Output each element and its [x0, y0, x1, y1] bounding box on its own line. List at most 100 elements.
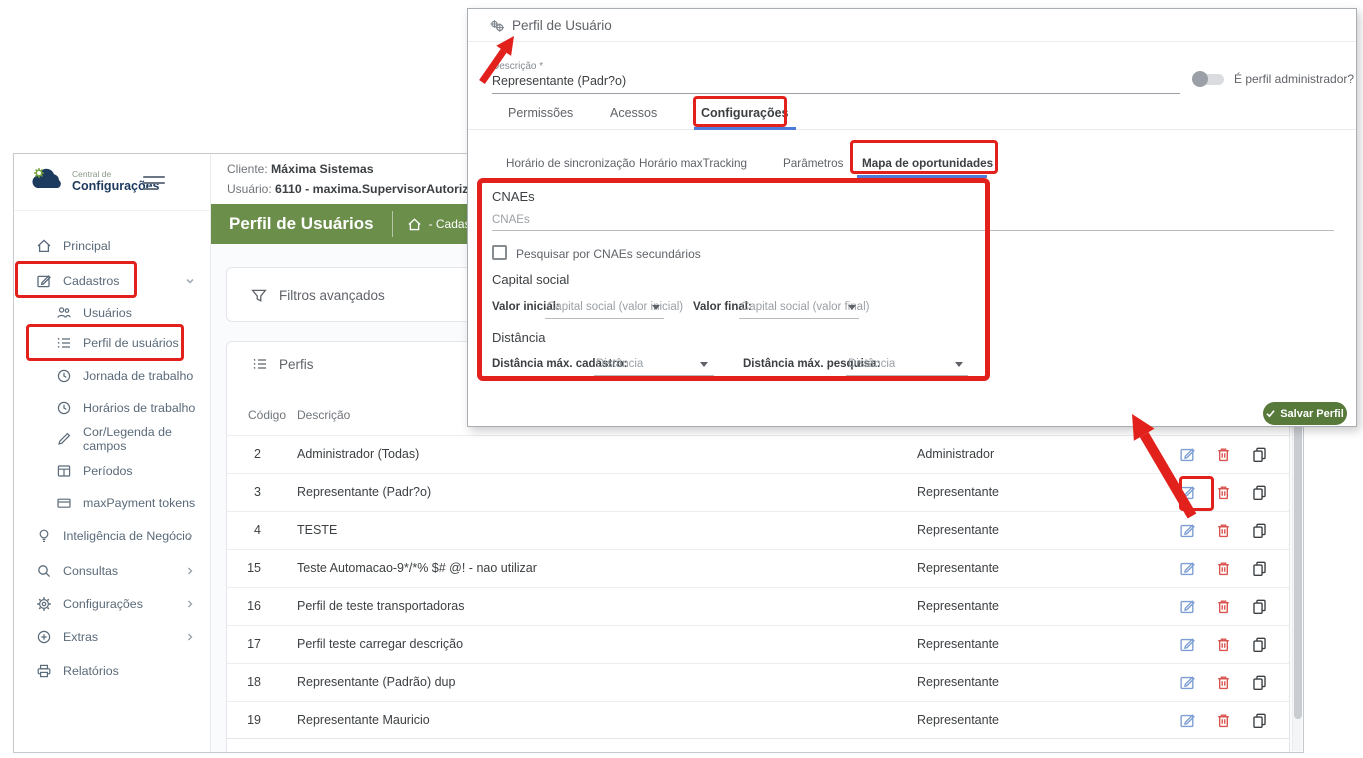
sidebar-item-usuarios[interactable]: Usuários	[14, 298, 211, 328]
table-row[interactable]: 16 Perfil de teste transportadoras Repre…	[227, 587, 1289, 625]
trash-icon[interactable]	[1215, 674, 1232, 691]
input-underline	[545, 318, 664, 319]
table-row[interactable]: 2 Administrador (Todas) Administrador	[227, 435, 1289, 473]
edit-icon[interactable]	[1179, 598, 1196, 615]
edit-icon[interactable]	[1179, 674, 1196, 691]
trash-icon[interactable]	[1215, 560, 1232, 577]
profiles-section-header: Perfis	[252, 356, 314, 372]
copy-icon[interactable]	[1251, 446, 1268, 463]
table-row[interactable]: 18 Representante (Padrão) dup Representa…	[227, 663, 1289, 701]
dropdown-arrow-icon[interactable]	[848, 305, 856, 310]
tab-permissoes[interactable]: Permissões	[508, 106, 573, 120]
chevron-down-icon	[185, 276, 195, 286]
table-row[interactable]: 3 Representante (Padr?o) Representante	[227, 473, 1289, 511]
table-row[interactable]: 4 TESTE Representante	[227, 511, 1289, 549]
brand-line1: Central de	[72, 169, 111, 179]
perfil-usuario-dialog: Perfil de Usuário Descrição * Representa…	[467, 8, 1357, 427]
sidebar-item-inteligencia-de-negocio[interactable]: Inteligência de Negócio	[14, 521, 211, 551]
subtab-parametros[interactable]: Parâmetros	[783, 157, 843, 170]
app-logo: Central de Configurações	[28, 166, 198, 200]
admin-toggle[interactable]	[1192, 70, 1226, 88]
edit-icon[interactable]	[1179, 446, 1196, 463]
clock-icon	[56, 400, 72, 416]
dropdown-arrow-icon[interactable]	[700, 362, 708, 367]
copy-icon[interactable]	[1251, 674, 1268, 691]
sidebar-item-relatorios[interactable]: Relatórios	[14, 656, 211, 686]
trash-icon[interactable]	[1215, 484, 1232, 501]
dropdown-arrow-icon[interactable]	[652, 305, 660, 310]
tab-acessos[interactable]: Acessos	[610, 106, 657, 120]
edit-icon[interactable]	[1179, 636, 1196, 653]
copy-icon[interactable]	[1251, 522, 1268, 539]
sidebar-item-jornada-de-trabalho[interactable]: Jornada de trabalho	[14, 361, 211, 391]
cloud-gear-logo-icon	[28, 166, 68, 196]
edit-icon[interactable]	[1179, 712, 1196, 729]
sidebar-item-principal[interactable]: Principal	[14, 231, 211, 261]
chevron-right-icon	[185, 599, 195, 609]
trash-icon[interactable]	[1215, 712, 1232, 729]
page-title: Perfil de Usuários	[229, 214, 374, 234]
description-input[interactable]: Representante (Padr?o)	[492, 74, 626, 88]
copy-icon[interactable]	[1251, 484, 1268, 501]
save-profile-button[interactable]: Salvar Perfil	[1263, 402, 1347, 425]
user-info: Usuário: 6110 - maxima.SupervisorAutoriz	[227, 182, 468, 196]
capital-social-heading: Capital social	[492, 272, 569, 287]
dropdown-arrow-icon[interactable]	[955, 362, 963, 367]
users-icon	[56, 305, 72, 321]
cnaes-heading: CNAEs	[492, 189, 535, 204]
check-icon	[1266, 409, 1275, 418]
subtab-mapa-de-oportunidades[interactable]: Mapa de oportunidades	[862, 157, 993, 170]
sidebar-item-cadastros[interactable]: Cadastros	[14, 266, 211, 296]
column-header-descricao: Descrição	[297, 408, 350, 422]
input-underline	[492, 93, 1180, 94]
copy-icon[interactable]	[1251, 598, 1268, 615]
secondary-cnaes-label: Pesquisar por CNAEs secundários	[516, 247, 701, 261]
sidebar-item-maxpayment-tokens[interactable]: maxPayment tokens	[14, 488, 211, 518]
chevron-right-icon	[185, 632, 195, 642]
subtab-horario-maxtracking[interactable]: Horário maxTracking	[639, 157, 747, 170]
distancia-pesquisa-select[interactable]: Distância	[848, 358, 895, 370]
sidebar-item-perfil-de-usuarios[interactable]: Perfil de usuários	[14, 328, 211, 358]
edit-icon[interactable]	[1179, 484, 1196, 501]
subtab-horario-sincronizacao[interactable]: Horário de sincronização	[506, 157, 635, 170]
cnaes-input[interactable]: CNAEs	[492, 214, 530, 226]
home-icon[interactable]	[407, 217, 422, 232]
list-icon	[252, 356, 268, 372]
input-underline	[492, 230, 1334, 231]
admin-toggle-label: É perfil administrador?	[1234, 72, 1354, 86]
card-icon	[56, 495, 72, 511]
pencil-icon	[56, 431, 72, 447]
table-row[interactable]: 17 Perfil teste carregar descrição Repre…	[227, 625, 1289, 663]
valor-inicial-select[interactable]: Capital social (valor inicial)	[547, 301, 683, 313]
search-icon	[36, 563, 52, 579]
dialog-header: Perfil de Usuário	[468, 9, 1356, 42]
sidebar-item-consultas[interactable]: Consultas	[14, 556, 211, 586]
sidebar-item-horarios-de-trabalho[interactable]: Horários de trabalho	[14, 393, 211, 423]
trash-icon[interactable]	[1215, 598, 1232, 615]
active-subtab-underline	[857, 175, 987, 178]
trash-icon[interactable]	[1215, 446, 1232, 463]
distancia-cadastro-select[interactable]: Distância	[596, 358, 643, 370]
sidebar-item-cor-legenda[interactable]: Cor/Legenda de campos	[14, 424, 211, 454]
table-row[interactable]: 15 Teste Automacao-9*/*% $# @! - nao uti…	[227, 549, 1289, 587]
printer-icon	[36, 663, 52, 679]
users-gear-icon	[489, 18, 505, 34]
copy-icon[interactable]	[1251, 636, 1268, 653]
sidebar-item-configuracoes[interactable]: Configurações	[14, 589, 211, 619]
secondary-cnaes-checkbox[interactable]	[492, 245, 507, 260]
trash-icon[interactable]	[1215, 636, 1232, 653]
edit-icon[interactable]	[1179, 560, 1196, 577]
menu-toggle-icon[interactable]	[143, 176, 165, 190]
divider	[468, 129, 1356, 130]
sidebar-item-extras[interactable]: Extras	[14, 622, 211, 652]
chevron-right-icon	[185, 531, 195, 541]
copy-icon[interactable]	[1251, 560, 1268, 577]
chevron-right-icon	[185, 566, 195, 576]
description-label: Descrição *	[492, 61, 543, 72]
trash-icon[interactable]	[1215, 522, 1232, 539]
copy-icon[interactable]	[1251, 712, 1268, 729]
tab-configuracoes[interactable]: Configurações	[701, 106, 789, 120]
edit-icon[interactable]	[1179, 522, 1196, 539]
table-row[interactable]: 19 Representante Mauricio Representante	[227, 701, 1289, 739]
sidebar-item-periodos[interactable]: Períodos	[14, 456, 211, 486]
